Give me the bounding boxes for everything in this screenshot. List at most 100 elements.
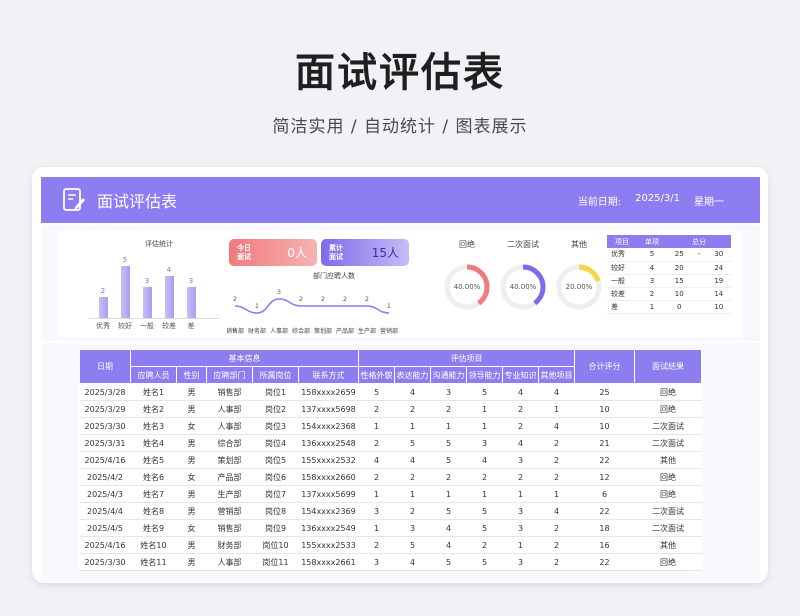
table-cell[interactable]: 158xxxx2660 (298, 468, 359, 486)
table-cell[interactable]: 4 (430, 536, 467, 554)
table-cell[interactable]: 5 (466, 553, 503, 571)
table-row[interactable]: 2025/3/30 姓名11 男人事部 岗位11 158xxxx2661 3 4 5 5 3 2 22… (79, 553, 702, 571)
table-cell[interactable]: 2025/4/3 (79, 485, 131, 503)
table-cell[interactable]: 姓名7 (130, 485, 177, 503)
table-cell[interactable]: 4 (502, 434, 539, 452)
table-cell[interactable]: 男 (176, 485, 207, 503)
table-cell[interactable]: 5 (430, 502, 467, 520)
table-cell[interactable]: 18 (574, 519, 635, 537)
table-cell[interactable]: 2 (394, 400, 431, 418)
table-row[interactable]: 2025/4/16 姓名5 男策划部 岗位5 155xxxx2532 4 4 5 4 3 2 22 其他 (79, 451, 702, 469)
table-cell[interactable]: 1 (358, 519, 395, 537)
table-cell[interactable]: 3 (430, 383, 467, 401)
table-cell[interactable]: 姓名2 (130, 400, 177, 418)
table-cell[interactable]: 岗位6 (252, 468, 299, 486)
table-cell[interactable]: 岗位11 (252, 553, 299, 571)
table-cell[interactable]: 2 (502, 417, 539, 435)
table-cell[interactable]: 2 (538, 519, 575, 537)
table-cell[interactable]: 10 (574, 417, 635, 435)
table-cell[interactable]: 2025/3/28 (79, 383, 131, 401)
table-cell[interactable]: 销售部 (206, 519, 253, 537)
table-cell[interactable]: 姓名6 (130, 468, 177, 486)
table-cell[interactable]: 154xxxx2369 (298, 502, 359, 520)
table-cell[interactable]: 1 (466, 400, 503, 418)
table-cell[interactable]: 5 (394, 434, 431, 452)
table-cell[interactable]: 2 (502, 468, 539, 486)
table-cell[interactable]: 2025/4/16 (79, 451, 131, 469)
table-cell[interactable]: 2025/3/31 (79, 434, 131, 452)
table-cell[interactable]: 销售部 (206, 383, 253, 401)
table-cell[interactable]: 3 (394, 519, 431, 537)
table-cell[interactable]: 女 (176, 519, 207, 537)
table-cell[interactable]: 姓名11 (130, 553, 177, 571)
table-cell[interactable]: 2 (466, 536, 503, 554)
table-cell[interactable]: 女 (176, 468, 207, 486)
table-cell[interactable]: 2025/3/30 (79, 417, 131, 435)
table-cell[interactable]: 二次面试 (634, 502, 702, 520)
table-cell[interactable]: 2 (394, 468, 431, 486)
table-cell[interactable]: 2025/4/2 (79, 468, 131, 486)
table-cell[interactable]: 2 (538, 434, 575, 452)
table-cell[interactable]: 4 (466, 451, 503, 469)
table-cell[interactable]: 5 (430, 553, 467, 571)
table-cell[interactable]: 人事部 (206, 417, 253, 435)
table-cell[interactable]: 1 (502, 536, 539, 554)
table-cell[interactable]: 2025/4/4 (79, 502, 131, 520)
table-cell[interactable]: 22 (574, 553, 635, 571)
table-cell[interactable]: 6 (574, 485, 635, 503)
table-cell[interactable]: 2025/3/30 (79, 553, 131, 571)
table-cell[interactable]: 女 (176, 417, 207, 435)
table-cell[interactable]: 2 (358, 468, 395, 486)
table-cell[interactable]: 姓名8 (130, 502, 177, 520)
table-cell[interactable]: 4 (430, 519, 467, 537)
table-cell[interactable]: 岗位7 (252, 485, 299, 503)
table-cell[interactable]: 3 (466, 434, 503, 452)
table-cell[interactable]: 2025/4/5 (79, 519, 131, 537)
table-cell[interactable]: 其他 (634, 451, 702, 469)
table-cell[interactable]: 5 (466, 519, 503, 537)
table-row[interactable]: 2025/3/30 姓名3 女人事部 岗位3 154xxxx2368 1 1 1 1 2 4 10 二次… (79, 417, 702, 435)
table-cell[interactable]: 5 (466, 502, 503, 520)
table-cell[interactable]: 1 (466, 485, 503, 503)
table-cell[interactable]: 营销部 (206, 502, 253, 520)
table-cell[interactable]: 2025/4/16 (79, 536, 131, 554)
table-cell[interactable]: 4 (538, 417, 575, 435)
table-cell[interactable]: 姓名10 (130, 536, 177, 554)
table-cell[interactable]: 回绝 (634, 553, 702, 571)
table-cell[interactable]: 岗位3 (252, 417, 299, 435)
table-cell[interactable]: 姓名5 (130, 451, 177, 469)
table-cell[interactable]: 4 (358, 451, 395, 469)
table-cell[interactable]: 158xxxx2661 (298, 553, 359, 571)
table-cell[interactable]: 策划部 (206, 451, 253, 469)
table-cell[interactable]: 4 (394, 383, 431, 401)
table-cell[interactable]: 姓名3 (130, 417, 177, 435)
table-cell[interactable]: 1 (394, 417, 431, 435)
table-cell[interactable]: 136xxxx2548 (298, 434, 359, 452)
table-cell[interactable]: 男 (176, 502, 207, 520)
table-cell[interactable]: 回绝 (634, 485, 702, 503)
table-cell[interactable]: 12 (574, 468, 635, 486)
table-cell[interactable]: 3 (502, 502, 539, 520)
table-cell[interactable]: 1 (502, 485, 539, 503)
table-cell[interactable]: 136xxxx2549 (298, 519, 359, 537)
table-cell[interactable]: 2 (430, 468, 467, 486)
table-cell[interactable]: 1 (430, 485, 467, 503)
table-cell[interactable]: 3 (502, 553, 539, 571)
table-cell[interactable]: 男 (176, 383, 207, 401)
table-row[interactable]: 2025/4/3 姓名7 男生产部 岗位7 137xxxx5699 1 1 1 1 1 1 6 回绝 (79, 485, 702, 503)
table-row[interactable]: 2025/4/4 姓名8 男营销部 岗位8 154xxxx2369 3 2 5 5 3 4 22 二次面… (79, 502, 702, 520)
table-cell[interactable]: 4 (538, 502, 575, 520)
table-cell[interactable]: 产品部 (206, 468, 253, 486)
table-cell[interactable]: 回绝 (634, 383, 702, 401)
table-cell[interactable]: 16 (574, 536, 635, 554)
table-cell[interactable]: 5 (430, 434, 467, 452)
table-cell[interactable]: 1 (538, 400, 575, 418)
table-cell[interactable]: 155xxxx2533 (298, 536, 359, 554)
table-cell[interactable]: 岗位8 (252, 502, 299, 520)
table-cell[interactable]: 155xxxx2532 (298, 451, 359, 469)
table-cell[interactable]: 5 (394, 536, 431, 554)
table-cell[interactable]: 2 (430, 400, 467, 418)
table-cell[interactable]: 男 (176, 536, 207, 554)
table-cell[interactable]: 3 (502, 451, 539, 469)
table-cell[interactable]: 男 (176, 553, 207, 571)
